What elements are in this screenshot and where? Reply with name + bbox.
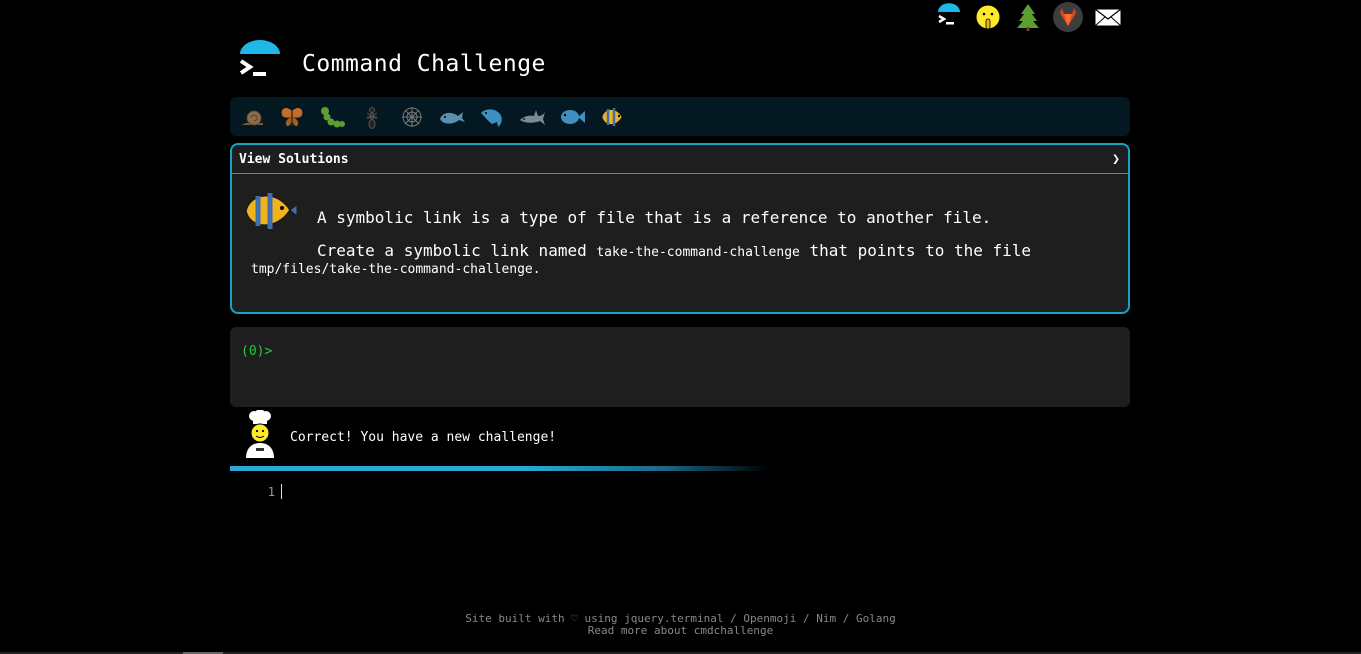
target-path-code: tmp/files/take-the-command-challenge	[251, 262, 533, 277]
gitlab-icon[interactable]	[1048, 0, 1088, 34]
challenge-panel: View Solutions ❯ A symbolic link is a ty…	[230, 143, 1130, 314]
golang-link[interactable]: Golang	[856, 612, 896, 625]
ant-icon[interactable]	[356, 101, 388, 133]
cook-icon	[246, 410, 274, 458]
nim-link[interactable]: Nim	[816, 612, 836, 625]
terminal-icon[interactable]	[928, 0, 968, 34]
top-icon-bar	[928, 0, 1128, 34]
footer: Site built with ♡ using jquery.terminal …	[0, 613, 1361, 637]
challenge-line-2: Create a symbolic link named take-the-co…	[317, 241, 1031, 260]
terminal[interactable]: (0)>	[230, 327, 1130, 407]
site-header: Command Challenge	[236, 40, 546, 88]
symlink-name-code: take-the-command-challenge	[596, 245, 800, 260]
chef-message-row: Correct! You have a new challenge!	[242, 410, 556, 458]
shushing-face-icon[interactable]	[968, 0, 1008, 34]
challenge-line-3: tmp/files/take-the-command-challenge.	[251, 262, 541, 277]
shark-icon[interactable]	[516, 101, 548, 133]
challenge-description: A symbolic link is a type of file that i…	[232, 174, 1128, 277]
terminal-prompt: (0)>	[241, 344, 273, 359]
line-number: 1	[267, 484, 275, 499]
code-editor[interactable]: 1	[230, 484, 282, 499]
envelope-icon[interactable]	[1088, 0, 1128, 34]
text-cursor	[281, 484, 282, 499]
snail-icon[interactable]	[236, 101, 268, 133]
logo-icon[interactable]	[236, 40, 284, 88]
chevron-right-icon: ❯	[1112, 151, 1120, 167]
footer-separator: /	[796, 612, 817, 625]
challenge-line-1: A symbolic link is a type of file that i…	[317, 208, 992, 227]
web-icon[interactable]	[396, 101, 428, 133]
challenge-line-3-post: .	[532, 262, 541, 277]
footer-separator: /	[836, 612, 857, 625]
caterpillar-icon[interactable]	[316, 101, 348, 133]
page-title: Command Challenge	[302, 51, 546, 77]
level-bar	[230, 97, 1130, 136]
dolphin-icon[interactable]	[476, 101, 508, 133]
progress-bar	[230, 466, 770, 471]
tropical-fish-icon[interactable]	[596, 101, 628, 133]
tropical-fish-icon	[245, 193, 298, 229]
view-solutions-toggle[interactable]: View Solutions ❯	[232, 145, 1128, 174]
about-link[interactable]: Read more about cmdchallenge	[588, 624, 773, 637]
status-message: Correct! You have a new challenge!	[290, 429, 557, 445]
challenge-line-2-post: that points to the file	[799, 241, 1032, 260]
tree-icon[interactable]	[1008, 0, 1048, 34]
view-solutions-label: View Solutions	[239, 151, 349, 167]
challenge-line-2-text: Create a symbolic link named	[317, 241, 597, 260]
fish-icon[interactable]	[556, 101, 588, 133]
whale-icon[interactable]	[436, 101, 468, 133]
butterfly-icon[interactable]	[276, 101, 308, 133]
